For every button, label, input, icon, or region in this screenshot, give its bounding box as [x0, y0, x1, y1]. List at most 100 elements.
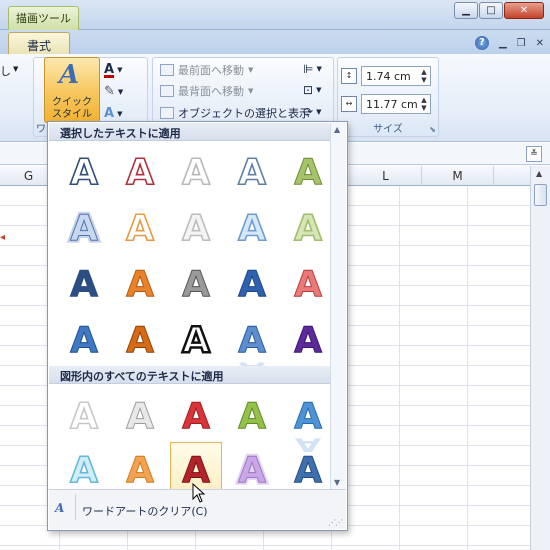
- svg-text:A: A: [126, 208, 154, 249]
- svg-text:A: A: [238, 264, 266, 305]
- wordart-style-tile[interactable]: A: [282, 200, 334, 252]
- dropdown-arrow-icon: ▼: [117, 109, 123, 118]
- svg-text:A: A: [126, 450, 154, 491]
- wordart-style-tile[interactable]: AA: [226, 312, 278, 379]
- wordart-style-tile[interactable]: A: [226, 144, 278, 196]
- wordart-style-tile[interactable]: A: [114, 442, 166, 494]
- wordart-style-tile[interactable]: A: [58, 256, 110, 308]
- svg-text:A: A: [182, 320, 210, 361]
- workbook-close-icon[interactable]: ✕: [536, 38, 544, 49]
- mouse-pointer-icon: [192, 483, 206, 503]
- align-button[interactable]: ⊫ ▼: [303, 62, 322, 76]
- wordart-sample-icon: A: [238, 396, 267, 438]
- expand-formula-bar-button[interactable]: ≚: [526, 146, 542, 162]
- shape-width-input[interactable]: 11.77 cm ▲ ▼: [361, 94, 431, 114]
- wordart-style-tile[interactable]: A: [170, 388, 222, 440]
- wordart-style-tile[interactable]: A: [282, 144, 334, 196]
- ribbon-window-controls: ? ▁ ❐ ✕: [474, 36, 544, 50]
- wordart-style-tile[interactable]: AA: [282, 442, 334, 509]
- wordart-sample-icon: A: [126, 450, 155, 492]
- spinner-icon[interactable]: ▲ ▼: [419, 96, 429, 112]
- gallery-scrollbar[interactable]: ▲ ▼: [330, 123, 346, 489]
- wordart-style-tile[interactable]: A: [170, 144, 222, 196]
- pen-icon: ✎: [104, 84, 115, 99]
- wordart-style-tile[interactable]: A: [226, 388, 278, 440]
- workbook-restore-icon[interactable]: ❐: [517, 38, 526, 49]
- wordart-style-tile[interactable]: A: [226, 256, 278, 308]
- svg-text:A: A: [294, 152, 322, 193]
- title-bar: 描画ツール ▁ □ ✕: [0, 0, 550, 30]
- svg-text:A: A: [70, 396, 98, 437]
- help-icon[interactable]: ?: [474, 36, 489, 50]
- wordart-style-tile[interactable]: A: [226, 200, 278, 252]
- text-fill-button[interactable]: A ▼: [104, 62, 122, 77]
- maximize-icon: □: [486, 5, 496, 16]
- wordart-style-tile[interactable]: A: [114, 200, 166, 252]
- shape-height-value: 1.74 cm: [366, 70, 411, 83]
- send-to-back-button[interactable]: 最背面へ移動 ▼: [160, 83, 253, 99]
- wordart-sample-icon: A: [181, 151, 211, 194]
- wordart-quick-style-gallery: 選択したテキストに適用 AAAAAAAAAAAAAAAAAAAAAA 図形内のす…: [47, 121, 348, 531]
- wordart-sample-icon: A: [238, 264, 267, 306]
- wordart-style-tile[interactable]: A: [282, 312, 334, 364]
- scroll-down-icon[interactable]: ▼: [334, 478, 340, 487]
- wordart-style-tile[interactable]: A: [282, 256, 334, 308]
- wordart-sample-icon: A: [69, 151, 99, 194]
- wordart-style-tile[interactable]: A: [114, 256, 166, 308]
- wordart-sample-icon: AA: [236, 448, 269, 494]
- resize-grip-icon[interactable]: ⋰⋰: [328, 518, 343, 527]
- wordart-sample-icon: A: [70, 320, 99, 362]
- wordart-style-tile[interactable]: A: [58, 312, 110, 364]
- clear-wordart-menu-item[interactable]: ワードアートのクリア(C): [82, 503, 208, 519]
- wordart-style-tile[interactable]: A: [58, 442, 110, 494]
- minimize-button[interactable]: ▁: [454, 2, 478, 19]
- column-header-l[interactable]: L: [350, 166, 422, 186]
- chevron-down-icon: ≚: [530, 149, 538, 159]
- group-button[interactable]: ⊡ ▼: [303, 83, 321, 97]
- wordart-style-tile[interactable]: A: [58, 388, 110, 440]
- tab-format[interactable]: 書式: [8, 32, 70, 55]
- spinner-icon[interactable]: ▲ ▼: [419, 68, 429, 84]
- gallery-section-selected-text: 選択したテキストに適用: [49, 123, 330, 141]
- wordart-style-tile[interactable]: A: [170, 256, 222, 308]
- wordart-style-tile[interactable]: A: [114, 144, 166, 196]
- dialog-launcher-icon[interactable]: ⬊: [429, 125, 436, 134]
- text-effects-button[interactable]: A ▼: [104, 106, 122, 121]
- text-fill-icon: A: [104, 62, 115, 77]
- workbook-minimize-icon[interactable]: ▁: [499, 38, 507, 49]
- wordart-style-tile[interactable]: A: [114, 388, 166, 440]
- svg-text:A: A: [294, 450, 322, 491]
- column-header-m[interactable]: M: [422, 166, 494, 186]
- quick-style-button[interactable]: A クイック スタイル: [44, 57, 100, 123]
- rotate-button[interactable]: ⟳ ▼: [303, 105, 321, 119]
- svg-text:A: A: [238, 152, 266, 193]
- vertical-scrollbar[interactable]: ▲: [530, 166, 550, 550]
- wordart-sample-icon: A: [294, 264, 323, 306]
- shape-height-input[interactable]: 1.74 cm ▲ ▼: [361, 66, 431, 86]
- dropdown-arrow-icon: ▼: [316, 86, 322, 94]
- close-button[interactable]: ✕: [504, 2, 544, 19]
- minimize-icon: ▁: [462, 5, 470, 16]
- bring-to-front-button[interactable]: 最前面へ移動 ▼: [160, 62, 253, 78]
- svg-text:A: A: [126, 264, 154, 305]
- scroll-up-icon[interactable]: ▲: [334, 125, 340, 134]
- maximize-button[interactable]: □: [479, 2, 503, 19]
- wordart-style-tile[interactable]: A: [170, 312, 222, 364]
- scrollbar-thumb[interactable]: [534, 184, 547, 206]
- svg-text:A: A: [294, 396, 322, 437]
- scroll-up-icon[interactable]: ▲: [536, 169, 542, 178]
- wordart-sample-icon: A: [69, 395, 99, 438]
- wordart-style-tile[interactable]: AA: [282, 388, 334, 455]
- dropdown-arrow-icon[interactable]: ▼: [13, 65, 18, 73]
- text-outline-button[interactable]: ✎ ▼: [104, 84, 123, 99]
- wordart-style-tile[interactable]: A: [170, 200, 222, 252]
- selection-pane-button[interactable]: オブジェクトの選択と表示: [160, 105, 310, 121]
- wordart-style-tile[interactable]: A: [114, 312, 166, 364]
- wordart-style-tile[interactable]: AA: [226, 442, 278, 494]
- shape-styles-group-fragment: し ▼: [0, 57, 30, 137]
- svg-text:A: A: [182, 152, 210, 193]
- dropdown-arrow-icon: ▼: [316, 65, 322, 73]
- wordart-style-tile[interactable]: A: [58, 144, 110, 196]
- wordart-sample-icon: A: [126, 320, 155, 362]
- wordart-style-tile[interactable]: AA: [58, 200, 110, 252]
